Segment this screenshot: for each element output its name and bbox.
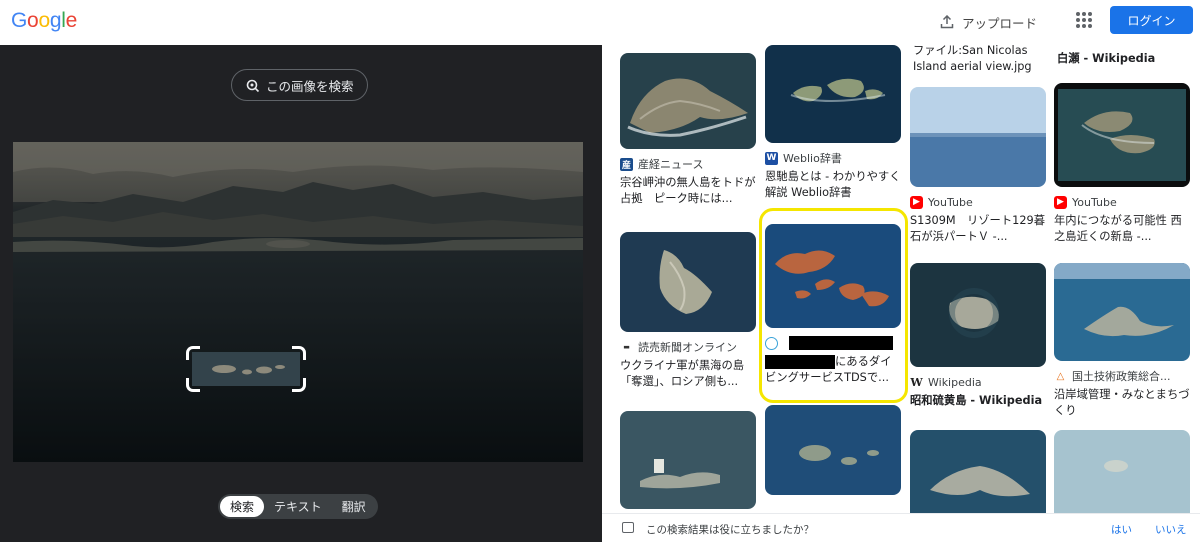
photo-dim-overlay: [13, 142, 583, 462]
weblio-icon: W: [765, 151, 778, 165]
logo-letter: e: [65, 9, 78, 32]
sankei-icon: 産: [620, 157, 633, 171]
result-card[interactable]: [1054, 430, 1194, 513]
youtube-icon: ▶: [910, 195, 923, 209]
result-thumbnail: [910, 263, 1046, 367]
result-thumbnail: [1054, 263, 1190, 361]
crop-handle-top-left[interactable]: [186, 346, 200, 360]
result-thumbnail: [620, 53, 756, 149]
crop-preview: [192, 352, 300, 386]
logo-letter: o: [27, 9, 39, 32]
result-title: にあるダイビングサービスTDSで...: [765, 354, 901, 386]
nilim-icon: △: [1054, 369, 1067, 383]
top-bar: Google アップロード ログイン: [0, 0, 1200, 45]
result-title: ファイル:San Nicolas Island aerial view.jpg …: [913, 45, 1032, 73]
result-card[interactable]: [765, 405, 905, 495]
result-thumbnail: [1054, 430, 1190, 513]
upload-icon: [940, 15, 954, 29]
result-card[interactable]: W Weblio辞書 恩馳島とは - わかりやすく解説 Weblio辞書: [765, 45, 905, 201]
result-thumbnail: [765, 45, 901, 143]
result-source: ▶ YouTube: [910, 195, 1050, 209]
result-title: 沿岸域管理・みなとまちづくり: [1054, 388, 1190, 417]
result-source: ▶ YouTube: [1054, 195, 1194, 209]
logo-letter: g: [49, 9, 62, 32]
result-title: 年内につながる可能性 西之島近くの新島 -...: [1054, 214, 1182, 243]
result-source-label: 国土技術政策総合...: [1072, 370, 1171, 383]
result-thumbnail: [1054, 83, 1190, 187]
redacted-block: [765, 355, 835, 369]
search-this-image-label: この画像を検索: [266, 78, 354, 94]
result-title: 宗谷岬沖の無人島をトドが占拠 ピーク時には...: [620, 176, 756, 205]
result-thumbnail: [765, 224, 901, 328]
feedback-bar: この検索結果は役に立ちましたか？ はい いいえ: [602, 513, 1200, 542]
apps-grid-icon[interactable]: [1076, 12, 1092, 28]
result-source: 産 産経ニュース: [620, 157, 760, 171]
feedback-question: この検索結果は役に立ちましたか？: [646, 524, 814, 536]
result-source: W Wikipedia: [910, 375, 1050, 389]
result-source: △ 国土技術政策総合...: [1054, 369, 1194, 383]
upload-label: アップロード: [962, 15, 1038, 31]
logo-letter: G: [11, 9, 28, 32]
crop-selection-box[interactable]: [186, 346, 306, 392]
result-thumbnail: [765, 405, 901, 495]
result-thumbnail: [910, 430, 1046, 513]
result-card[interactable]: ▶ YouTube 年内につながる可能性 西之島近くの新島 -...: [1054, 83, 1194, 245]
youtube-icon: ▶: [1054, 195, 1067, 209]
result-card[interactable]: △ 国土技術政策総合... 沿岸域管理・みなとまちづくり: [1054, 263, 1194, 419]
result-thumbnail: [620, 232, 756, 332]
result-source: ▬ 読売新聞オンライン: [620, 340, 760, 354]
upload-button[interactable]: アップロード: [940, 8, 1037, 36]
result-source-label: YouTube: [928, 195, 973, 209]
result-source-label: YouTube: [1072, 195, 1117, 209]
result-card[interactable]: [620, 411, 760, 509]
crop-handle-bottom-right[interactable]: [292, 378, 306, 392]
wikipedia-icon: W: [910, 375, 923, 389]
feedback-no-link[interactable]: いいえ: [1155, 522, 1187, 537]
result-card[interactable]: ▶ YouTube S1309M リゾート129暮石が浜パートＶ -...: [910, 87, 1050, 245]
google-lens-page: Google アップロード ログイン この画像を検索 検索 テキスト 翻訳 ファ…: [0, 0, 1200, 542]
login-button[interactable]: ログイン: [1110, 6, 1193, 34]
lens-search-icon: [246, 79, 260, 92]
result-source-label: Wikipedia: [928, 375, 982, 389]
logo-letter: o: [38, 9, 50, 32]
result-thumbnail: [620, 411, 756, 509]
result-card[interactable]: ▬ 読売新聞オンライン ウクライナ軍が黒海の島「奪還」、ロシア側も...: [620, 232, 760, 390]
result-title: ウクライナ軍が黒海の島「奪還」、ロシア側も...: [620, 359, 745, 388]
tab-search[interactable]: 検索: [220, 496, 265, 517]
google-logo[interactable]: Google: [11, 9, 77, 33]
crop-handle-bottom-left[interactable]: [186, 378, 200, 392]
site-icon: [765, 336, 778, 350]
result-source-label: Weblio辞書: [783, 152, 842, 165]
result-title: 恩馳島とは - わかりやすく解説 Weblio辞書: [765, 170, 901, 199]
tab-translate[interactable]: 翻訳: [332, 496, 376, 517]
result-title: S1309M リゾート129暮石が浜パートＶ -...: [910, 214, 1046, 243]
result-source: [765, 336, 905, 350]
image-preview-panel: この画像を検索 検索 テキスト 翻訳: [0, 45, 602, 542]
result-title: 昭和硫黄島 - Wikipedia: [910, 394, 1043, 407]
result-source-label: 産経ニュース: [638, 158, 704, 171]
redacted-block: [789, 336, 893, 350]
mode-tab-bar: 検索 テキスト 翻訳: [218, 494, 378, 519]
search-this-image-button[interactable]: この画像を検索: [231, 69, 368, 101]
crop-handle-top-right[interactable]: [292, 346, 306, 360]
tab-text[interactable]: テキスト: [264, 496, 332, 517]
visual-matches-panel: ファイル:San Nicolas Island aerial view.jpg …: [602, 45, 1200, 513]
yomiuri-icon: ▬: [620, 340, 633, 354]
result-card[interactable]: 白瀬 - Wikipedia: [1057, 47, 1197, 67]
feedback-yes-link[interactable]: はい: [1111, 522, 1132, 537]
result-title: 白瀬 - Wikipedia: [1057, 52, 1156, 65]
result-card[interactable]: [910, 430, 1050, 513]
result-thumbnail: [910, 87, 1046, 187]
result-card-highlighted[interactable]: にあるダイビングサービスTDSで...: [765, 224, 905, 386]
result-source-label: 読売新聞オンライン: [638, 341, 737, 354]
feedback-icon: [622, 522, 634, 533]
result-card[interactable]: ファイル:San Nicolas Island aerial view.jpg …: [913, 45, 1053, 75]
result-card[interactable]: 産 産経ニュース 宗谷岬沖の無人島をトドが占拠 ピーク時には...: [620, 53, 760, 207]
uploaded-photo[interactable]: [13, 142, 583, 462]
result-card[interactable]: W Wikipedia 昭和硫黄島 - Wikipedia: [910, 263, 1050, 409]
result-source: W Weblio辞書: [765, 151, 905, 165]
